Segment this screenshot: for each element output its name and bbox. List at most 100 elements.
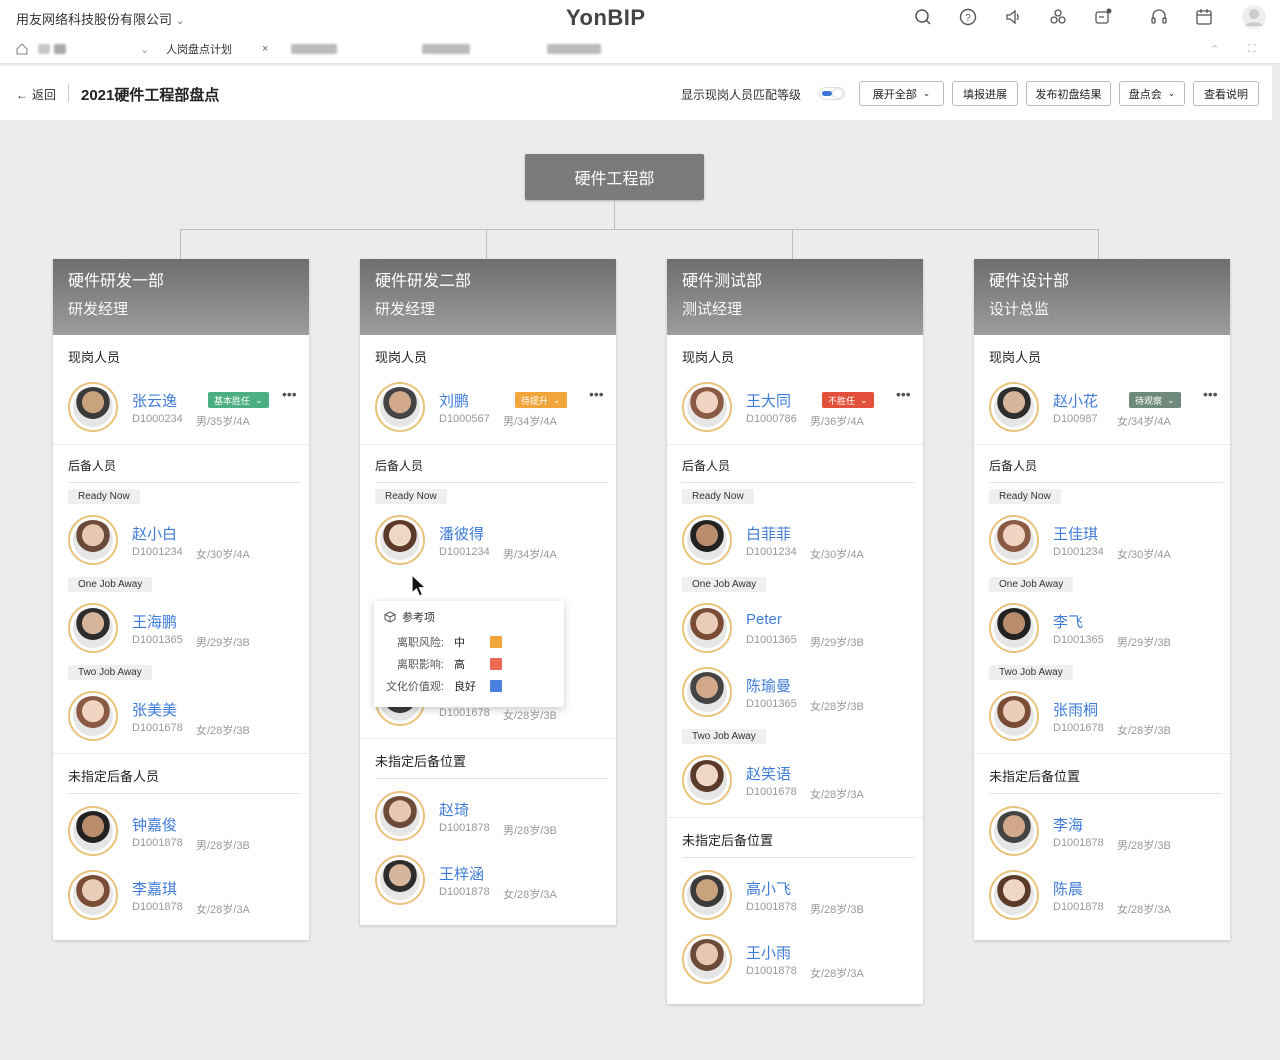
avatar[interactable] bbox=[682, 667, 732, 717]
avatar[interactable] bbox=[375, 791, 425, 841]
person-card[interactable]: 陈晨 D1001878 女/28岁/3A bbox=[974, 862, 1230, 926]
search-icon[interactable] bbox=[912, 6, 934, 28]
person-card[interactable]: 潘彼得 D1001234 男/34岁/4A bbox=[360, 507, 616, 571]
person-card[interactable]: 张美美 D1001678 女/28岁/3B bbox=[53, 683, 309, 747]
department-header[interactable]: 硬件研发一部 研发经理 bbox=[53, 259, 309, 335]
avatar[interactable] bbox=[68, 806, 118, 856]
person-card[interactable]: 王小雨 D1001878 女/28岁/3A bbox=[667, 926, 923, 990]
competency-tag[interactable]: 不胜任 ⌄ bbox=[822, 392, 874, 408]
person-name[interactable]: 李嘉琪 bbox=[132, 878, 177, 899]
collapse-icon[interactable]: ⌃ bbox=[1210, 34, 1219, 64]
person-card[interactable]: 王大同 D1000786 男/36岁/4A 不胜任 ⌄ ••• bbox=[667, 374, 923, 438]
more-icon[interactable]: ••• bbox=[589, 386, 604, 402]
department-header[interactable]: 硬件设计部 设计总监 bbox=[974, 259, 1230, 335]
person-card[interactable]: 李嘉琪 D1001878 女/28岁/3A bbox=[53, 862, 309, 926]
notification-icon[interactable] bbox=[1092, 6, 1114, 28]
review-meeting-button[interactable]: 盘点会 ⌄ bbox=[1119, 81, 1185, 106]
department-header[interactable]: 硬件研发二部 研发经理 bbox=[360, 259, 616, 335]
person-name[interactable]: 王大同 bbox=[746, 390, 791, 411]
match-level-toggle[interactable] bbox=[819, 87, 845, 100]
person-name[interactable]: 陈晨 bbox=[1053, 878, 1083, 899]
person-name[interactable]: 陈瑜曼 bbox=[746, 675, 791, 696]
company-selector[interactable]: 用友网络科技股份有限公司 ⌄ bbox=[16, 9, 184, 28]
person-name[interactable]: 王梓涵 bbox=[439, 863, 484, 884]
view-notes-button[interactable]: 查看说明 bbox=[1193, 81, 1259, 106]
person-card[interactable]: Peter D1001365 男/29岁/3B bbox=[667, 595, 923, 659]
user-avatar-icon[interactable] bbox=[1240, 3, 1268, 31]
avatar[interactable] bbox=[375, 855, 425, 905]
person-card[interactable]: 钟嘉俊 D1001878 男/28岁/3B bbox=[53, 798, 309, 862]
person-card[interactable]: 刘鹏 D1000567 男/34岁/4A 待提升 ⌄ ••• bbox=[360, 374, 616, 438]
speaker-icon[interactable] bbox=[1002, 6, 1024, 28]
tab-menu-chevron[interactable]: ⌄ bbox=[140, 34, 149, 64]
person-card[interactable]: 赵琦 D1001878 男/28岁/3B bbox=[360, 783, 616, 847]
person-card[interactable]: 陈瑜曼 D1001365 女/28岁/3B bbox=[667, 659, 923, 723]
person-card[interactable]: 王梓涵 D1001878 女/28岁/3A bbox=[360, 847, 616, 911]
person-name[interactable]: 白菲菲 bbox=[746, 523, 791, 544]
person-card[interactable]: 白菲菲 D1001234 女/30岁/4A bbox=[667, 507, 923, 571]
fullscreen-icon[interactable]: ⛶ bbox=[1248, 34, 1256, 64]
person-name[interactable]: 李飞 bbox=[1053, 611, 1083, 632]
avatar[interactable] bbox=[68, 515, 118, 565]
person-card[interactable]: 李海 D1001878 男/28岁/3B bbox=[974, 798, 1230, 862]
avatar[interactable] bbox=[682, 382, 732, 432]
avatar[interactable] bbox=[989, 870, 1039, 920]
person-card[interactable]: 高小飞 D1001878 男/28岁/3B bbox=[667, 862, 923, 926]
avatar[interactable] bbox=[989, 806, 1039, 856]
avatar[interactable] bbox=[375, 515, 425, 565]
person-name[interactable]: 赵小花 bbox=[1053, 390, 1098, 411]
expand-all-button[interactable]: 展开全部 ⌄ bbox=[859, 81, 944, 106]
person-name[interactable]: Peter bbox=[746, 611, 782, 628]
person-name[interactable]: 高小飞 bbox=[746, 878, 791, 899]
person-name[interactable]: 张雨桐 bbox=[1053, 699, 1098, 720]
tab-blurred-2[interactable] bbox=[422, 34, 470, 64]
avatar[interactable] bbox=[682, 755, 732, 805]
avatar[interactable] bbox=[68, 603, 118, 653]
person-card[interactable]: 赵小花 D100987 女/34岁/4A 待观察 ⌄ ••• bbox=[974, 374, 1230, 438]
tab-active[interactable]: 人岗盘点计划 × bbox=[166, 34, 268, 64]
avatar[interactable] bbox=[682, 515, 732, 565]
person-name[interactable]: 张美美 bbox=[132, 699, 177, 720]
calendar-icon[interactable] bbox=[1193, 6, 1215, 28]
avatar[interactable] bbox=[989, 603, 1039, 653]
avatar[interactable] bbox=[68, 870, 118, 920]
person-name[interactable]: 王小雨 bbox=[746, 942, 791, 963]
person-card[interactable]: 王佳琪 D1001234 女/30岁/4A bbox=[974, 507, 1230, 571]
avatar[interactable] bbox=[68, 691, 118, 741]
avatar[interactable] bbox=[682, 870, 732, 920]
more-icon[interactable]: ••• bbox=[896, 386, 911, 402]
root-department-node[interactable]: 硬件工程部 bbox=[525, 154, 704, 200]
person-name[interactable]: 王海鹏 bbox=[132, 611, 177, 632]
person-card[interactable]: 张雨桐 D1001678 女/28岁/3B bbox=[974, 683, 1230, 747]
person-name[interactable]: 王佳琪 bbox=[1053, 523, 1098, 544]
more-icon[interactable]: ••• bbox=[282, 386, 297, 402]
person-card[interactable]: 赵笑语 D1001678 女/28岁/3A bbox=[667, 747, 923, 811]
fill-progress-button[interactable]: 填报进展 bbox=[952, 81, 1018, 106]
person-card[interactable]: 王海鹏 D1001365 男/29岁/3B bbox=[53, 595, 309, 659]
tab-blurred-3[interactable] bbox=[547, 34, 601, 64]
department-header[interactable]: 硬件测试部 测试经理 bbox=[667, 259, 923, 335]
avatar[interactable] bbox=[989, 515, 1039, 565]
help-icon[interactable]: ? bbox=[957, 6, 979, 28]
close-icon[interactable]: × bbox=[262, 43, 268, 55]
avatar[interactable] bbox=[989, 382, 1039, 432]
person-name[interactable]: 潘彼得 bbox=[439, 523, 484, 544]
home-tab[interactable] bbox=[16, 34, 66, 64]
apps-icon[interactable] bbox=[1047, 6, 1069, 28]
person-name[interactable]: 赵小白 bbox=[132, 523, 177, 544]
person-name[interactable]: 赵琦 bbox=[439, 799, 469, 820]
avatar[interactable] bbox=[682, 603, 732, 653]
avatar[interactable] bbox=[989, 691, 1039, 741]
person-name[interactable]: 张云逸 bbox=[132, 390, 177, 411]
person-card[interactable]: 赵小白 D1001234 女/30岁/4A bbox=[53, 507, 309, 571]
publish-button[interactable]: 发布初盘结果 bbox=[1026, 81, 1111, 106]
avatar[interactable] bbox=[375, 382, 425, 432]
person-card[interactable]: 张云逸 D1000234 男/35岁/4A 基本胜任 ⌄ ••• bbox=[53, 374, 309, 438]
tab-blurred-1[interactable] bbox=[291, 34, 337, 64]
headset-icon[interactable] bbox=[1148, 6, 1170, 28]
competency-tag[interactable]: 基本胜任 ⌄ bbox=[208, 392, 269, 408]
competency-tag[interactable]: 待提升 ⌄ bbox=[515, 392, 567, 408]
more-icon[interactable]: ••• bbox=[1203, 386, 1218, 402]
person-name[interactable]: 赵笑语 bbox=[746, 763, 791, 784]
avatar[interactable] bbox=[682, 934, 732, 984]
